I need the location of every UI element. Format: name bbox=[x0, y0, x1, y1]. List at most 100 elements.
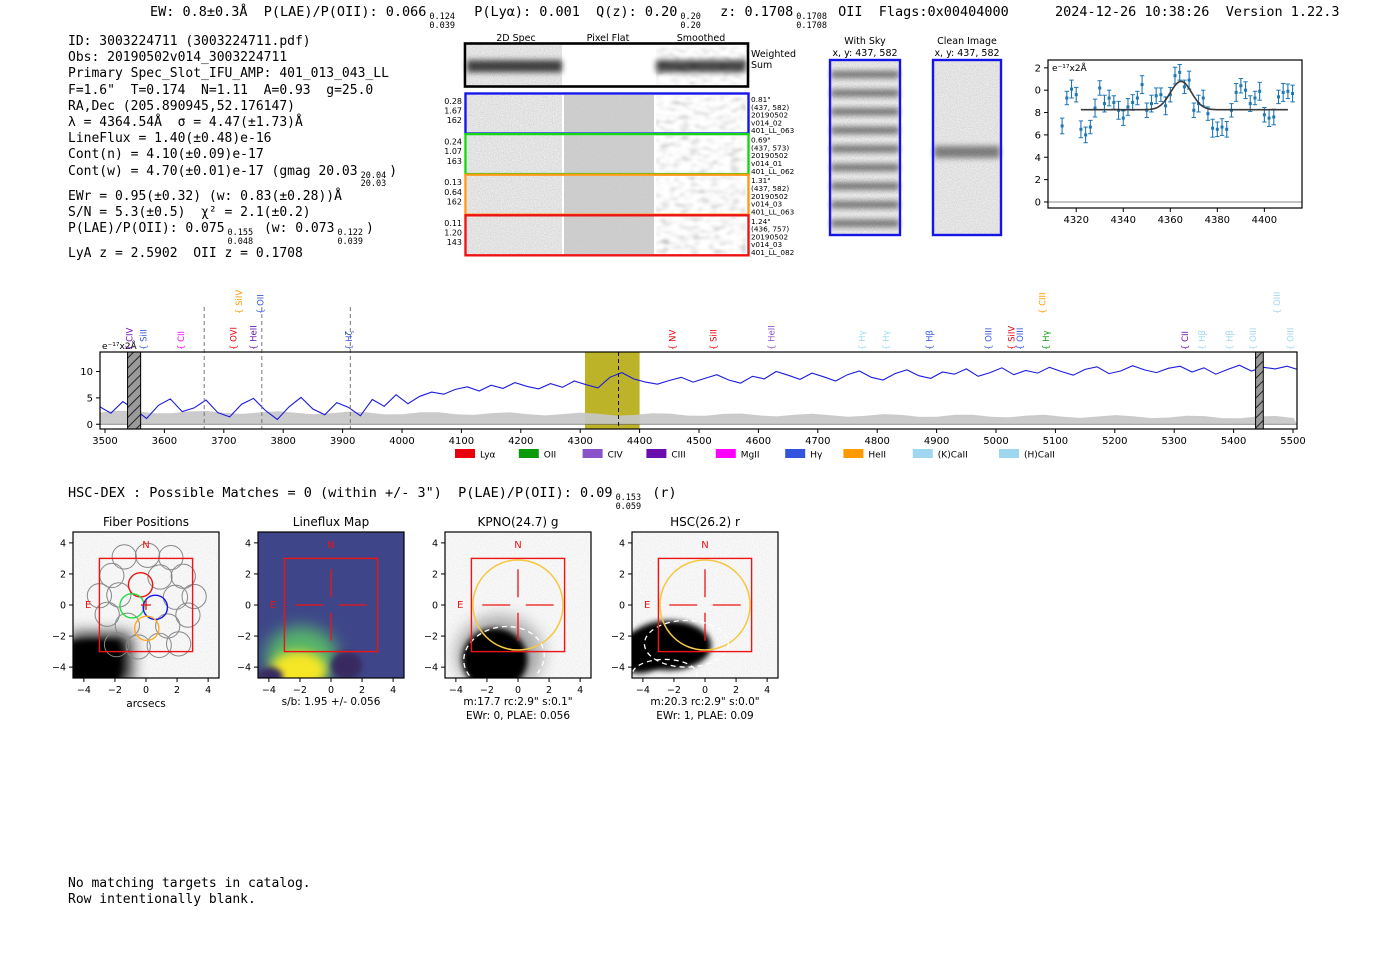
footer-notes: No matching targets in catalog. Row inte… bbox=[68, 876, 311, 908]
spec2d-row-left-label: 1.67 bbox=[444, 107, 462, 116]
cutout-ytick: 2 bbox=[245, 569, 251, 580]
cutout-xtick: −2 bbox=[480, 685, 494, 696]
cutout-xtick: 2 bbox=[733, 685, 739, 696]
line-annotation-CIII: { CIII bbox=[1038, 292, 1048, 314]
spec2d-row-left-label: 0.24 bbox=[444, 138, 462, 147]
cutout-ytick: −2 bbox=[611, 632, 625, 643]
info-text: RA,Dec (205.890945,52.176147) bbox=[68, 99, 295, 114]
spec2d-row-left-label: 0.13 bbox=[444, 178, 462, 187]
spec2d-row-left-label: 0.28 bbox=[444, 97, 462, 106]
line-annotation-SiII: { SiII bbox=[709, 329, 719, 350]
line-annotation-NV: { NV bbox=[668, 330, 678, 350]
spectrum-xtick: 5300 bbox=[1161, 436, 1186, 447]
cutout-xtick: −2 bbox=[108, 685, 122, 696]
cutout-caption: EWr: 0, PLAE: 0.056 bbox=[466, 710, 570, 722]
cutout-ytick: 2 bbox=[60, 569, 66, 580]
cutout-xtick: −4 bbox=[636, 685, 650, 696]
header-hi-lo: 0.200.20 bbox=[680, 13, 700, 30]
info-line: EWr = 0.95(±0.32) (w: 0.83(±0.28))Å bbox=[68, 189, 498, 205]
sky-panel-title: With Sky bbox=[844, 36, 886, 47]
info-hi-lo: 0.1550.048 bbox=[228, 229, 254, 246]
fitchart-ytick: 0 bbox=[1035, 197, 1041, 208]
legend-label: OII bbox=[544, 451, 556, 461]
info-line: λ = 4364.54Å σ = 4.47(±1.73)Å bbox=[68, 115, 498, 131]
spectrum-ytick: 5 bbox=[87, 393, 93, 404]
line-annotation-Hγ: { Hγ bbox=[882, 330, 892, 350]
line-annotation-OVI: { OVI bbox=[229, 327, 239, 350]
spectrum-ytick: 0 bbox=[87, 420, 93, 431]
full-spectrum-chart: 3500360037003800390040004100420043004400… bbox=[55, 262, 1350, 464]
spec2d-image-row bbox=[467, 136, 746, 173]
spectrum-xtick: 4400 bbox=[627, 436, 652, 447]
spec2d-row-left-label: 1.07 bbox=[444, 147, 462, 156]
cutout-ytick: −2 bbox=[52, 632, 66, 643]
fitchart-ytick: 6 bbox=[1035, 130, 1041, 141]
sky-panel-title: Clean Image bbox=[937, 36, 997, 47]
spectrum-xtick: 3500 bbox=[92, 436, 117, 447]
spectrum-xtick: 4600 bbox=[746, 436, 771, 447]
line-annotation-Hβ: { Hβ bbox=[1225, 330, 1235, 350]
info-line: F=1.6" T=0.174 N=1.11 A=0.93 g=25.0 bbox=[68, 83, 498, 99]
info-text: ) bbox=[389, 164, 397, 179]
compass-east: E bbox=[85, 600, 91, 611]
compass-east: E bbox=[270, 600, 276, 611]
spectrum-xtick: 3800 bbox=[270, 436, 295, 447]
cutout-ytick: 0 bbox=[619, 601, 625, 612]
spec2d-row-left-label: 1.20 bbox=[444, 228, 462, 237]
masked-band bbox=[128, 352, 141, 429]
line-annotation-Hβ: { Hβ bbox=[1198, 330, 1208, 350]
spec2d-row-right-label: 401_LL_062 bbox=[751, 167, 794, 176]
cutout-ytick: −2 bbox=[424, 632, 438, 643]
spec2d-row-left-label: 0.11 bbox=[444, 219, 462, 228]
info-hi-lo: 0.1220.039 bbox=[337, 229, 363, 246]
line-annotation-CII: { CII bbox=[1181, 331, 1191, 350]
line-fit-chart: 02468101243204340436043804400e⁻¹⁷x2Å bbox=[1035, 48, 1365, 223]
info-text: P(LAE)/P(OII): 0.075 bbox=[68, 221, 225, 236]
fitchart-ytick: 12 bbox=[1035, 63, 1041, 74]
cutout-ytick: 4 bbox=[619, 538, 625, 549]
header-summary: EW: 0.8±0.3Å P(LAE)/P(OII): 0.0660.1240.… bbox=[150, 4, 1009, 30]
info-text: F=1.6" T=0.174 N=1.11 A=0.93 g=25.0 bbox=[68, 83, 373, 98]
info-text: Cont(n) = 4.10(±0.09)e-17 bbox=[68, 147, 264, 162]
info-text: ) bbox=[366, 221, 374, 236]
cutout-xtick: 2 bbox=[359, 685, 365, 696]
cutout-xtick: 2 bbox=[174, 685, 180, 696]
spectrum-xtick: 4800 bbox=[864, 436, 889, 447]
cutout-ytick: 0 bbox=[432, 601, 438, 612]
weighted-sum-label: Sum bbox=[751, 60, 772, 71]
info-block: ID: 3003224711 (3003224711.pdf)Obs: 2019… bbox=[68, 34, 498, 262]
spectral-line-annotations: { CIV{ SiII{ CII{ OVI{ SiIV{ HeII{ OII{ … bbox=[125, 290, 1296, 350]
fitchart-xtick: 4380 bbox=[1205, 215, 1230, 223]
legend-swatch bbox=[716, 449, 736, 458]
spectrum-xtick: 5200 bbox=[1102, 436, 1127, 447]
fitchart-ytick: 2 bbox=[1035, 175, 1041, 186]
spectrum-xtick: 4700 bbox=[805, 436, 830, 447]
cutout-ytick: 4 bbox=[60, 538, 66, 549]
fitchart-xtick: 4360 bbox=[1158, 215, 1183, 223]
info-text: Primary Spec_Slot_IFU_AMP: 401_013_043_L… bbox=[68, 66, 389, 81]
spectrum-xtick: 3900 bbox=[330, 436, 355, 447]
info-line: LyA z = 2.5902 OII z = 0.1708 bbox=[68, 246, 498, 262]
fitchart-xtick: 4320 bbox=[1063, 215, 1088, 223]
cutout-xtick: 4 bbox=[577, 685, 583, 696]
report-version: Version 1.22.3 bbox=[1226, 4, 1340, 20]
fitchart-ytick: 10 bbox=[1035, 86, 1041, 97]
cutout-caption: EWr: 1, PLAE: 0.09 bbox=[656, 710, 753, 722]
info-text: λ = 4364.54Å σ = 4.47(±1.73)Å bbox=[68, 115, 303, 130]
spectrum-xtick: 3700 bbox=[211, 436, 236, 447]
info-line: Obs: 20190502v014_3003224711 bbox=[68, 50, 498, 66]
footer-line-1: No matching targets in catalog. bbox=[68, 876, 311, 892]
info-text: EWr = 0.95(±0.32) (w: 0.83(±0.28))Å bbox=[68, 189, 342, 204]
cutout-xlabel: arcsecs bbox=[126, 698, 165, 710]
line-annotation-OIII: { OIII bbox=[1249, 328, 1259, 350]
sky-panel-subtitle: x, y: 437, 582 bbox=[934, 48, 999, 59]
info-text: (w: 0.073 bbox=[256, 221, 334, 236]
legend-label: HeII bbox=[868, 451, 886, 461]
spec2d-image-row bbox=[467, 95, 746, 132]
cutout-xtick: 4 bbox=[764, 685, 770, 696]
cutout-caption: s/b: 1.95 +/- 0.056 bbox=[282, 696, 381, 708]
legend-swatch bbox=[913, 449, 933, 458]
info-text: Cont(w) = 4.70(±0.01)e-17 (gmag 20.03 bbox=[68, 164, 358, 179]
info-line: S/N = 5.3(±0.5) χ² = 2.1(±0.2) bbox=[68, 205, 498, 221]
fitchart-xtick: 4400 bbox=[1252, 215, 1277, 223]
